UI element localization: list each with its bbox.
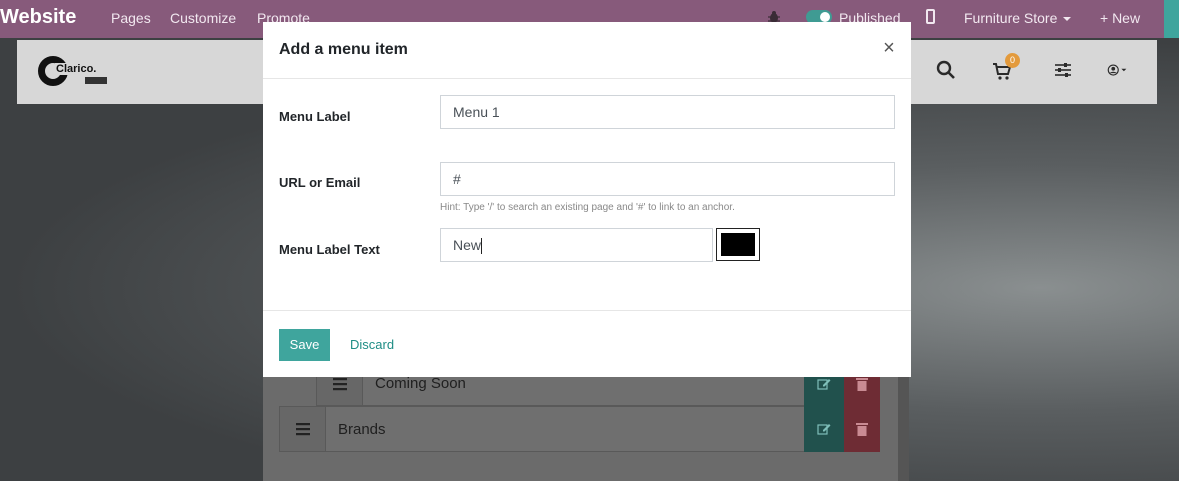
list-item[interactable]: Brands: [279, 406, 805, 452]
label-text-input[interactable]: New: [440, 228, 713, 262]
url-label: URL or Email: [279, 175, 361, 190]
scrollbar[interactable]: [898, 376, 909, 481]
url-input[interactable]: #: [440, 162, 895, 196]
sliders-icon[interactable]: [1053, 60, 1073, 80]
menu-item-label: Coming Soon: [375, 375, 466, 392]
close-icon[interactable]: ×: [881, 38, 897, 58]
logo-tagline: [85, 77, 107, 84]
mobile-preview-icon[interactable]: [926, 9, 935, 24]
website-selector[interactable]: Furniture Store: [964, 10, 1072, 26]
url-hint: Hint: Type '/' to search an existing pag…: [440, 202, 735, 213]
edit-button-edge[interactable]: [1164, 0, 1179, 38]
modal-title: Add a menu item: [279, 41, 408, 58]
menu-label-label: Menu Label: [279, 109, 351, 124]
text-cursor: [481, 238, 483, 255]
edit-icon: [817, 379, 831, 390]
trash-icon: [856, 378, 868, 391]
new-content-button[interactable]: + New: [1100, 10, 1140, 26]
search-icon[interactable]: [936, 60, 956, 80]
add-menu-item-dialog: Add a menu item × Menu Label Menu 1 URL …: [263, 22, 911, 377]
menu-item-label: Brands: [338, 421, 386, 438]
modal-header: Add a menu item ×: [263, 22, 911, 79]
drag-handle[interactable]: [280, 407, 326, 451]
logo-text: Clarico.: [55, 63, 98, 75]
save-button[interactable]: Save: [279, 329, 330, 361]
user-account-icon[interactable]: [1107, 60, 1127, 80]
drag-handle-icon: [333, 378, 347, 391]
nav-pages[interactable]: Pages: [111, 10, 151, 26]
chevron-down-icon: [1063, 17, 1072, 22]
trash-icon: [856, 423, 868, 436]
delete-menu-item-button[interactable]: [844, 406, 880, 452]
color-swatch-fill: [721, 233, 755, 256]
label-text-label: Menu Label Text: [279, 242, 380, 257]
menu-label-input[interactable]: Menu 1: [440, 95, 895, 129]
edit-icon: [817, 424, 831, 435]
website-brand[interactable]: Website: [0, 6, 76, 29]
drag-handle-icon: [296, 423, 310, 436]
cart-count-badge: 0: [1005, 53, 1020, 68]
nav-customize[interactable]: Customize: [170, 10, 236, 26]
modal-footer: Save Discard: [263, 310, 911, 377]
site-logo[interactable]: Clarico.: [38, 56, 110, 86]
edit-menu-item-button[interactable]: [804, 406, 844, 452]
label-text-value: New: [453, 237, 482, 253]
label-color-picker[interactable]: [716, 228, 760, 261]
website-selector-label: Furniture Store: [964, 10, 1058, 26]
discard-button[interactable]: Discard: [350, 337, 394, 352]
